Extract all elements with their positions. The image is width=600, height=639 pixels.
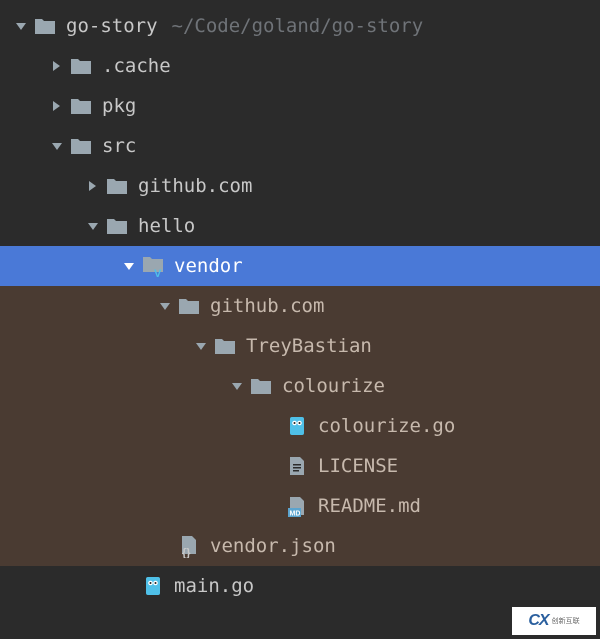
chevron-right-icon[interactable] <box>50 59 64 73</box>
folder-icon <box>34 15 56 37</box>
folder-vendor-icon <box>142 255 164 277</box>
chevron-down-icon[interactable] <box>158 299 172 313</box>
tree-label: github.com <box>210 295 324 317</box>
json-file-icon <box>178 535 200 557</box>
go-file-icon <box>142 575 164 597</box>
tree-label: go-story <box>66 15 158 37</box>
tree-label: vendor <box>174 255 243 277</box>
tree-label: github.com <box>138 175 252 197</box>
chevron-right-icon[interactable] <box>50 99 64 113</box>
watermark-logo: CX <box>528 612 548 630</box>
watermark-text: 创新互联 <box>552 618 580 625</box>
folder-icon <box>70 135 92 157</box>
markdown-file-icon <box>286 495 308 517</box>
chevron-down-icon[interactable] <box>50 139 64 153</box>
tree-row-license[interactable]: LICENSE <box>0 446 600 486</box>
tree-label: LICENSE <box>318 455 398 477</box>
tree-label: pkg <box>102 95 136 117</box>
tree-row-treybastian[interactable]: TreyBastian <box>0 326 600 366</box>
folder-icon <box>106 215 128 237</box>
tree-row-vendor[interactable]: vendor <box>0 246 600 286</box>
tree-row-github-outer[interactable]: github.com <box>0 166 600 206</box>
tree-label: .cache <box>102 55 171 77</box>
folder-icon <box>214 335 236 357</box>
folder-icon <box>178 295 200 317</box>
tree-row-readme[interactable]: README.md <box>0 486 600 526</box>
folder-icon <box>250 375 272 397</box>
tree-label: TreyBastian <box>246 335 372 357</box>
go-file-icon <box>286 415 308 437</box>
tree-label: colourize <box>282 375 385 397</box>
folder-icon <box>70 55 92 77</box>
chevron-down-icon[interactable] <box>86 219 100 233</box>
tree-row-src[interactable]: src <box>0 126 600 166</box>
tree-label: colourize.go <box>318 415 455 437</box>
tree-row-main-go[interactable]: main.go <box>0 566 600 606</box>
folder-icon <box>70 95 92 117</box>
tree-row-cache[interactable]: .cache <box>0 46 600 86</box>
tree-row-hello[interactable]: hello <box>0 206 600 246</box>
chevron-down-icon[interactable] <box>14 19 28 33</box>
tree-label: src <box>102 135 136 157</box>
tree-row-root[interactable]: go-story ~/Code/goland/go-story <box>0 6 600 46</box>
watermark: CX 创新互联 <box>512 607 596 635</box>
tree-row-colourize-go[interactable]: colourize.go <box>0 406 600 446</box>
tree-label: main.go <box>174 575 254 597</box>
chevron-down-icon[interactable] <box>194 339 208 353</box>
chevron-right-icon[interactable] <box>86 179 100 193</box>
tree-row-colourize[interactable]: colourize <box>0 366 600 406</box>
tree-label: hello <box>138 215 195 237</box>
project-path-hint: ~/Code/goland/go-story <box>172 15 424 37</box>
tree-row-vendor-json[interactable]: vendor.json <box>0 526 600 566</box>
project-tree: go-story ~/Code/goland/go-story .cache p… <box>0 0 600 606</box>
folder-icon <box>106 175 128 197</box>
tree-label: README.md <box>318 495 421 517</box>
tree-label: vendor.json <box>210 535 336 557</box>
tree-row-pkg[interactable]: pkg <box>0 86 600 126</box>
tree-row-github-inner[interactable]: github.com <box>0 286 600 326</box>
chevron-down-icon[interactable] <box>122 259 136 273</box>
text-file-icon <box>286 455 308 477</box>
chevron-down-icon[interactable] <box>230 379 244 393</box>
